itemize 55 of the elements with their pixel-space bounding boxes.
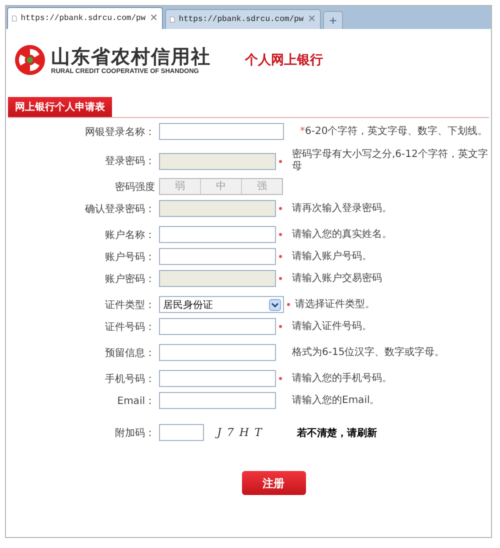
field-hint: 格式为6-15位汉字、数字或字母。 <box>292 346 446 358</box>
organization-name: 山东省农村信用社 <box>51 46 211 68</box>
strength-level: 弱 <box>174 180 186 194</box>
register-button[interactable]: 注册 <box>242 471 306 495</box>
field-label: 登录密码： <box>104 154 156 168</box>
field-label: 证件类型： <box>104 298 156 312</box>
field-hint: 请输入您的手机号码。 <box>292 372 393 384</box>
logo-icon <box>13 43 47 77</box>
input-field[interactable] <box>159 226 276 243</box>
dropdown-icon <box>269 298 281 310</box>
tab-title: https://pbank.sdrcu.com/pw <box>178 15 304 24</box>
field-label: 证件号码： <box>104 320 156 334</box>
close-icon[interactable]: ✕ <box>150 13 158 24</box>
tab-title: https://pbank.sdrcu.com/pw <box>20 14 146 23</box>
captcha-field[interactable] <box>159 424 204 441</box>
input-field[interactable] <box>159 318 276 335</box>
field-hint: 密码字母有大小写之分,6-12个字符，英文字母 <box>292 149 489 173</box>
strength-level: 强 <box>241 179 282 194</box>
field-label: 账户密码： <box>104 272 156 286</box>
field-hint: *6-20个字符，英文字母、数字、下划线。 <box>300 126 489 138</box>
field-hint: 请再次输入登录密码。 <box>292 202 393 214</box>
field-label: 附加码： <box>114 426 156 440</box>
field-label: Email： <box>116 394 156 408</box>
new-tab-button[interactable]: + <box>323 11 343 29</box>
input-field[interactable] <box>159 123 284 140</box>
page-icon <box>170 14 175 25</box>
field-label: 账户名称： <box>104 228 156 242</box>
id-type-dropdown[interactable]: 居民身份证 <box>159 296 284 313</box>
field-hint: 请输入您的Email。 <box>292 394 381 406</box>
input-field[interactable] <box>159 248 276 265</box>
form-title: 网上银行个人申请表 <box>8 97 112 117</box>
field-hint: 请选择证件类型。 <box>295 298 376 310</box>
browser-tab[interactable]: https://pbank.sdrcu.com/pw ✕ <box>7 7 163 29</box>
field-label: 预留信息： <box>104 346 156 360</box>
field-label: 账户号码： <box>104 250 156 264</box>
input-field[interactable] <box>159 200 276 217</box>
field-label: 确认登录密码： <box>84 202 156 216</box>
field-label: 网银登录名称： <box>84 126 156 138</box>
input-field[interactable] <box>159 370 276 387</box>
page-icon <box>12 13 17 24</box>
field-hint: 请输入账户交易密码 <box>292 272 383 284</box>
input-field[interactable] <box>159 392 276 409</box>
field-hint: 请输入您的真实姓名。 <box>292 228 393 240</box>
field-hint: 请输入证件号码。 <box>292 320 373 332</box>
page-title: 个人网上银行 <box>245 52 323 69</box>
field-hint: 请输入账户号码。 <box>292 250 373 262</box>
field-label: 密码强度 <box>114 180 156 194</box>
input-field[interactable] <box>159 270 276 287</box>
captcha-image: J 7 H T <box>217 426 264 439</box>
refresh-link[interactable]: 若不清楚，请刷新 <box>297 426 377 440</box>
browser-tab[interactable]: https://pbank.sdrcu.com/pw ✕ <box>165 9 321 29</box>
strength-level: 中 <box>200 179 241 194</box>
input-field[interactable] <box>159 344 276 361</box>
field-label: 手机号码： <box>104 372 156 386</box>
input-field[interactable] <box>159 152 276 170</box>
